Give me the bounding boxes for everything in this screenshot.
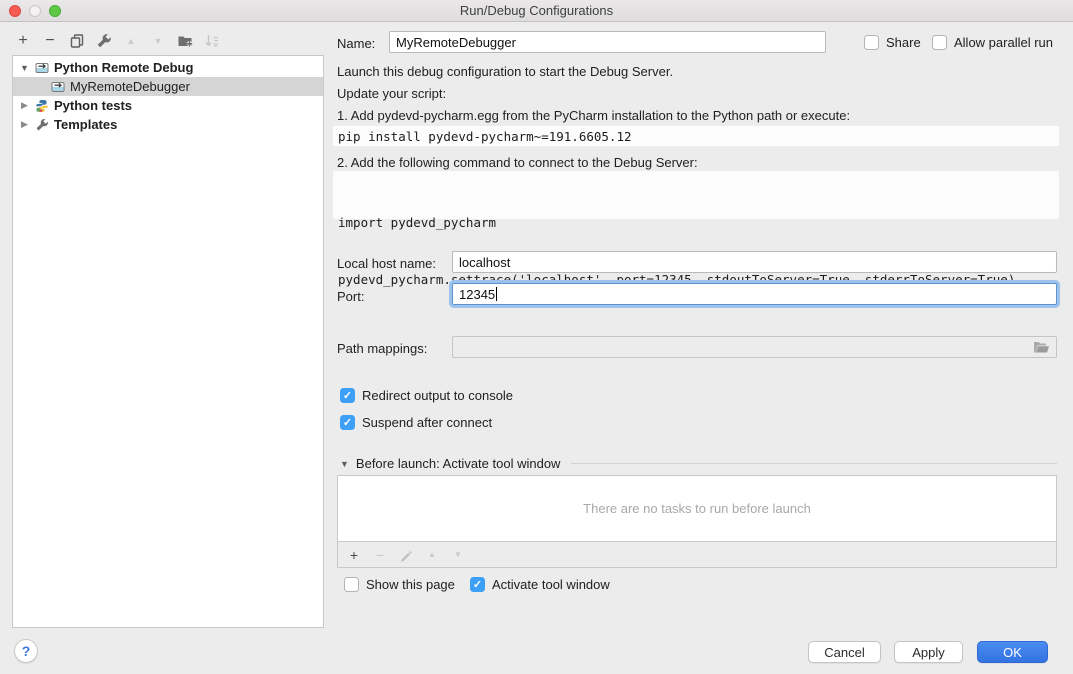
run-debug-configurations-dialog: Run/Debug Configurations + − ▲ ▼ ▼ Pytho… (0, 0, 1073, 674)
port-input[interactable]: 12345 (452, 283, 1057, 305)
run-config-icon (51, 80, 65, 94)
edit-task-icon (399, 548, 413, 562)
checkbox-box (932, 35, 947, 50)
no-tasks-message: There are no tasks to run before launch (583, 501, 811, 516)
suspend-after-connect-checkbox[interactable]: ✓ Suspend after connect (340, 415, 492, 430)
name-label: Name: (337, 36, 375, 51)
tree-item-python-tests[interactable]: ▶ Python tests (13, 96, 323, 115)
tasks-toolbar: + − ▲ ▼ (337, 542, 1057, 568)
path-mappings-label: Path mappings: (337, 341, 427, 356)
tree-item-myremotedebugger[interactable]: MyRemoteDebugger (13, 77, 323, 96)
pip-command-code: pip install pydevd-pycharm~=191.6605.12 (333, 126, 1059, 146)
chevron-right-icon[interactable]: ▶ (19, 119, 30, 130)
remove-configuration-icon[interactable]: − (42, 33, 58, 49)
apply-button[interactable]: Apply (894, 641, 963, 663)
port-value: 12345 (459, 287, 495, 302)
configurations-tree: ▼ Python Remote Debug MyRemoteDebugger ▶… (12, 55, 324, 628)
edit-templates-icon[interactable] (96, 33, 112, 49)
sort-configurations-icon (204, 33, 220, 49)
chevron-down-icon[interactable]: ▼ (19, 63, 30, 73)
checkbox-check-icon: ✓ (470, 577, 485, 592)
text-caret (496, 287, 497, 301)
move-down-icon: ▼ (150, 33, 166, 49)
window-title: Run/Debug Configurations (460, 3, 613, 18)
ok-button[interactable]: OK (977, 641, 1048, 663)
close-window-button[interactable] (9, 5, 21, 17)
tree-item-templates[interactable]: ▶ Templates (13, 115, 323, 134)
cancel-button[interactable]: Cancel (808, 641, 881, 663)
copy-configuration-icon[interactable] (69, 33, 85, 49)
checkbox-check-icon: ✓ (340, 415, 355, 430)
intro-text: Launch this debug configuration to start… (337, 64, 673, 79)
code-line: import pydevd_pycharm (338, 213, 1054, 232)
port-label: Port: (337, 289, 364, 304)
tree-item-label: Templates (54, 117, 117, 132)
add-task-icon[interactable]: + (347, 548, 361, 562)
python-tests-icon (35, 99, 49, 113)
activate-tool-window-checkbox[interactable]: ✓ Activate tool window (470, 577, 610, 592)
run-config-icon (35, 61, 49, 75)
zoom-window-button[interactable] (49, 5, 61, 17)
before-launch-tasks-list[interactable]: There are no tasks to run before launch (337, 475, 1057, 542)
local-host-name-input[interactable] (452, 251, 1057, 273)
configurations-toolbar: + − ▲ ▼ (15, 29, 220, 53)
wrench-icon (35, 118, 49, 132)
question-icon: ? (22, 643, 31, 659)
section-divider (571, 463, 1057, 464)
help-button[interactable]: ? (14, 639, 38, 663)
before-launch-section-header[interactable]: ▼ Before launch: Activate tool window (340, 456, 1057, 471)
move-up-icon: ▲ (123, 33, 139, 49)
allow-parallel-run-checkbox[interactable]: Allow parallel run (932, 35, 1053, 50)
move-task-up-icon: ▲ (425, 548, 439, 562)
show-this-page-checkbox[interactable]: Show this page (344, 577, 455, 592)
chevron-down-icon[interactable]: ▼ (340, 459, 349, 469)
local-host-name-label: Local host name: (337, 256, 436, 271)
remove-task-icon: − (373, 548, 387, 562)
create-folder-icon[interactable] (177, 33, 193, 49)
tree-item-label: MyRemoteDebugger (70, 79, 190, 94)
checkbox-check-icon: ✓ (340, 388, 355, 403)
move-task-down-icon: ▼ (451, 548, 465, 562)
chevron-right-icon[interactable]: ▶ (19, 100, 30, 111)
traffic-lights (9, 5, 61, 17)
allow-parallel-run-label: Allow parallel run (954, 35, 1053, 50)
share-checkbox[interactable]: Share (864, 35, 921, 50)
step2-text: 2. Add the following command to connect … (337, 155, 698, 170)
redirect-output-label: Redirect output to console (362, 388, 513, 403)
tree-item-label: Python tests (54, 98, 132, 113)
show-this-page-label: Show this page (366, 577, 455, 592)
update-script-text: Update your script: (337, 86, 446, 101)
name-input[interactable] (389, 31, 826, 53)
checkbox-box (864, 35, 879, 50)
settrace-code-block: import pydevd_pycharm pydevd_pycharm.set… (333, 171, 1059, 219)
folder-icon[interactable] (1033, 340, 1051, 354)
suspend-after-connect-label: Suspend after connect (362, 415, 492, 430)
checkbox-box (344, 577, 359, 592)
tree-item-python-remote-debug[interactable]: ▼ Python Remote Debug (13, 58, 323, 77)
path-mappings-input[interactable] (452, 336, 1057, 358)
share-label: Share (886, 35, 921, 50)
tree-item-label: Python Remote Debug (54, 60, 193, 75)
step1-text: 1. Add pydevd-pycharm.egg from the PyCha… (337, 108, 850, 123)
title-bar: Run/Debug Configurations (0, 0, 1073, 22)
add-configuration-icon[interactable]: + (15, 33, 31, 49)
minimize-window-button[interactable] (29, 5, 41, 17)
activate-tool-window-label: Activate tool window (492, 577, 610, 592)
before-launch-label: Before launch: Activate tool window (356, 456, 561, 471)
redirect-output-checkbox[interactable]: ✓ Redirect output to console (340, 388, 513, 403)
